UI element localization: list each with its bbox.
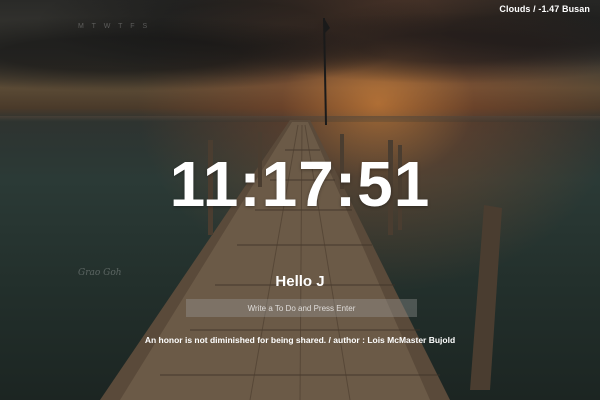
quote-separator: / <box>328 335 331 345</box>
weather-condition: Clouds <box>499 4 531 14</box>
todo-input[interactable] <box>186 299 417 317</box>
greeting-text: Hello J <box>275 273 325 290</box>
weather-separator: / <box>533 4 536 14</box>
quote-text: An honor is not diminished for being sha… <box>144 335 327 345</box>
quote-author-prefix: author : <box>333 335 365 345</box>
clock-display: 11:17:51 <box>169 148 431 220</box>
weather-widget[interactable]: Clouds / -1.47 Busan <box>499 4 590 14</box>
quote-author: Lois McMaster Bujold <box>367 335 456 345</box>
calendar-widget: M T W T F S <box>78 23 151 30</box>
weather-temperature: -1.47 <box>538 4 560 14</box>
weather-city: Busan <box>561 4 590 14</box>
quote-block: An honor is not diminished for being sha… <box>0 335 600 345</box>
